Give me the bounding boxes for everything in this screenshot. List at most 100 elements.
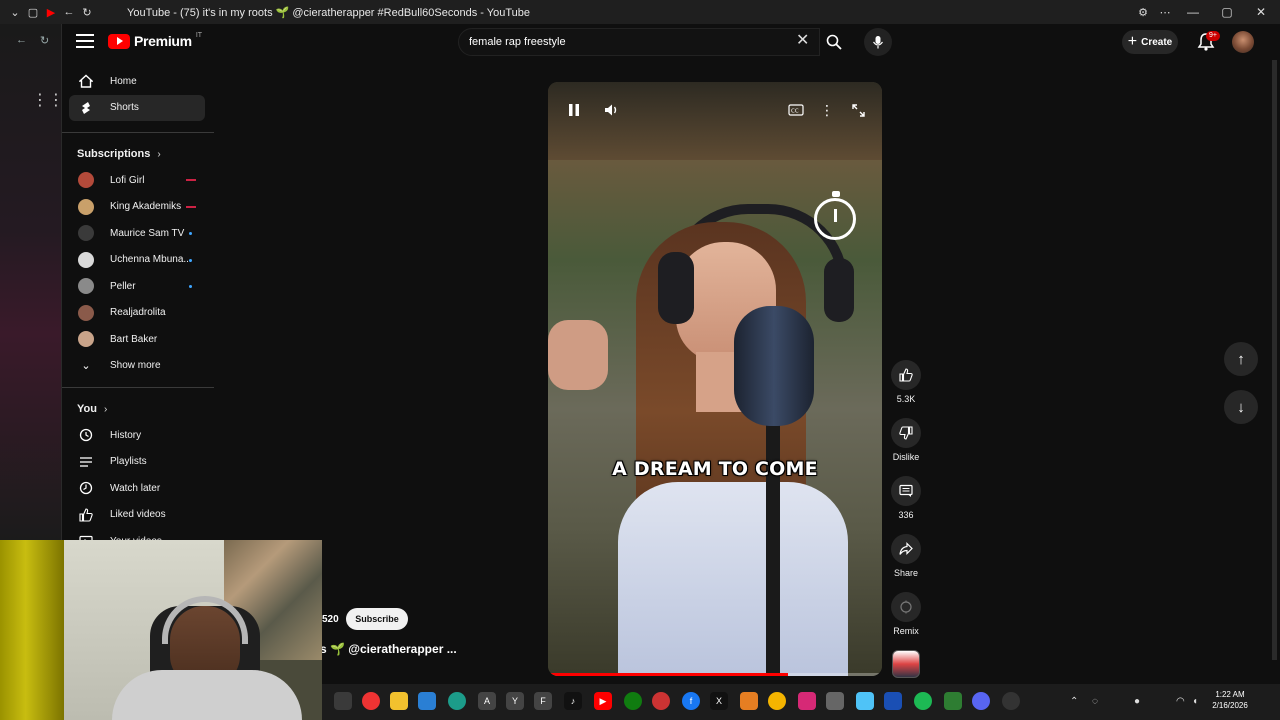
app-a-icon[interactable]: A	[478, 692, 496, 710]
minimize-button[interactable]: —	[1180, 2, 1206, 22]
subscribe-button[interactable]: Subscribe	[346, 608, 408, 630]
chevron-right-icon: ›	[103, 403, 108, 415]
shorts-player[interactable]: A DREAM TO COME CC ⋮	[548, 82, 882, 676]
subscription-item[interactable]: Maurice Sam TV	[62, 220, 214, 247]
extensions-icon[interactable]: ⚙	[1136, 5, 1150, 19]
captions-button[interactable]: CC	[784, 98, 808, 122]
sidebar-item-home[interactable]: Home	[62, 68, 214, 95]
subscription-label: Realjadrolita	[110, 307, 166, 319]
taskbar-clock[interactable]: 1:22 AM 2/16/2026	[1208, 689, 1252, 711]
back-icon[interactable]: ←	[16, 34, 27, 46]
edge-icon[interactable]	[448, 692, 466, 710]
subscription-item[interactable]: Lofi Girl	[62, 167, 214, 194]
subscription-item[interactable]: Peller	[62, 273, 214, 300]
shorts-icon	[78, 100, 94, 116]
page-scrollbar[interactable]	[1272, 60, 1277, 660]
create-button[interactable]: + Create	[1122, 30, 1178, 54]
volume-button[interactable]	[600, 98, 624, 122]
tray-wifi-icon[interactable]: ◠	[1176, 696, 1185, 707]
dislike-button[interactable]: Dislike	[884, 418, 928, 462]
show-more-button[interactable]: ⌄ Show more	[62, 353, 214, 380]
subscription-item[interactable]: Uchenna Mbuna...	[62, 247, 214, 274]
tray-network-icon[interactable]: ◌	[1092, 696, 1098, 707]
maximize-button[interactable]: ▢	[1214, 2, 1240, 22]
more-options-button[interactable]: ⋮	[815, 98, 839, 122]
back-icon[interactable]: ←	[62, 5, 76, 19]
close-window-button[interactable]: ✕	[1248, 2, 1274, 22]
youtube-favicon-icon[interactable]: ▶	[44, 5, 58, 19]
search-button[interactable]	[820, 28, 848, 56]
subscription-item[interactable]: Realjadrolita	[62, 300, 214, 327]
spotify-icon[interactable]	[914, 692, 932, 710]
sidebar-item-liked-videos[interactable]: Liked videos	[62, 502, 214, 529]
sidebar-item-playlists[interactable]: Playlists	[62, 449, 214, 476]
app-dark-blue-icon[interactable]	[884, 692, 902, 710]
app-photo-icon[interactable]	[826, 692, 844, 710]
previous-short-button[interactable]: ↑	[1224, 342, 1258, 376]
fullscreen-button[interactable]	[846, 98, 870, 122]
channel-avatar	[78, 172, 94, 189]
stopwatch-icon	[814, 191, 856, 240]
sidebar-item-label: Liked videos	[110, 509, 166, 521]
file-explorer-icon[interactable]	[390, 692, 408, 710]
like-button[interactable]: 5.3K	[884, 360, 928, 404]
app-f-icon[interactable]: F	[534, 692, 552, 710]
tab-icon[interactable]: ▢	[26, 5, 40, 19]
chrome-profile-icon[interactable]	[768, 692, 786, 710]
clear-search-icon[interactable]: ✕	[796, 33, 809, 49]
like-count: 5.3K	[896, 394, 916, 404]
sound-thumbnail[interactable]	[892, 650, 920, 678]
discord-icon[interactable]	[972, 692, 990, 710]
sidebar-item-watch-later[interactable]: Watch later	[62, 475, 214, 502]
reload-icon[interactable]: ↻	[80, 5, 94, 19]
youtube-taskbar-icon[interactable]: ▶	[594, 692, 612, 710]
account-avatar[interactable]	[1232, 31, 1254, 53]
tiktok-icon[interactable]: ♪	[564, 692, 582, 710]
more-menu-icon[interactable]: ⋯	[1158, 5, 1172, 19]
comments-button[interactable]: 336	[884, 476, 928, 520]
plus-icon: +	[1127, 33, 1138, 50]
you-header[interactable]: You ›	[62, 396, 214, 422]
video-headphone-right	[824, 258, 854, 322]
sidebar-item-label: Watch later	[110, 482, 161, 494]
video-progress-bar[interactable]	[548, 673, 882, 676]
task-view-icon[interactable]	[334, 692, 352, 710]
app-chat-icon[interactable]	[652, 692, 670, 710]
you-title: You	[77, 403, 97, 415]
app-ring-icon[interactable]	[1002, 692, 1020, 710]
pause-icon	[569, 104, 579, 116]
x-icon[interactable]: X	[710, 692, 728, 710]
subscription-item[interactable]: King Akademiks	[62, 194, 214, 221]
chrome-icon[interactable]	[362, 692, 380, 710]
next-short-button[interactable]: ↓	[1224, 390, 1258, 424]
subscriptions-header[interactable]: Subscriptions ›	[62, 141, 214, 167]
pause-button[interactable]	[562, 98, 586, 122]
xbox-icon[interactable]	[624, 692, 642, 710]
app-doc-icon[interactable]	[944, 692, 962, 710]
tray-volume-icon[interactable]: ◖	[1192, 696, 1198, 707]
tray-chevron-icon[interactable]: ⌃	[1070, 696, 1078, 707]
subscription-label: King Akademiks	[110, 201, 182, 213]
sidebar-item-your-videos[interactable]: Your videos	[62, 528, 214, 540]
menu-icon[interactable]	[76, 34, 94, 48]
app-blue-icon[interactable]	[856, 692, 874, 710]
thumbs-up-icon	[891, 360, 921, 390]
channel-handle[interactable]: s 🌱 @cieratherapper ...	[320, 642, 457, 656]
remix-button[interactable]: Remix	[884, 592, 928, 636]
app-y-icon[interactable]: Y	[506, 692, 524, 710]
subscription-item[interactable]: Bart Baker	[62, 326, 214, 353]
sidebar-item-history[interactable]: History	[62, 422, 214, 449]
reload-icon[interactable]: ↻	[40, 34, 49, 47]
youtube-logo[interactable]: Premium IT	[108, 32, 202, 49]
apps-grid-icon[interactable]: ⋮⋮	[32, 90, 64, 110]
voice-search-button[interactable]	[864, 28, 892, 56]
facebook-icon[interactable]: f	[682, 692, 700, 710]
tray-mic-icon[interactable]: ●	[1134, 696, 1140, 707]
sidebar-item-shorts[interactable]: Shorts	[69, 94, 205, 121]
share-button[interactable]: Share	[884, 534, 928, 578]
instagram-icon[interactable]	[798, 692, 816, 710]
store-icon[interactable]	[418, 692, 436, 710]
tab-list-icon[interactable]: ⌄	[8, 5, 22, 19]
search-input[interactable]: female rap freestyle	[458, 28, 820, 56]
app-orange-icon[interactable]	[740, 692, 758, 710]
